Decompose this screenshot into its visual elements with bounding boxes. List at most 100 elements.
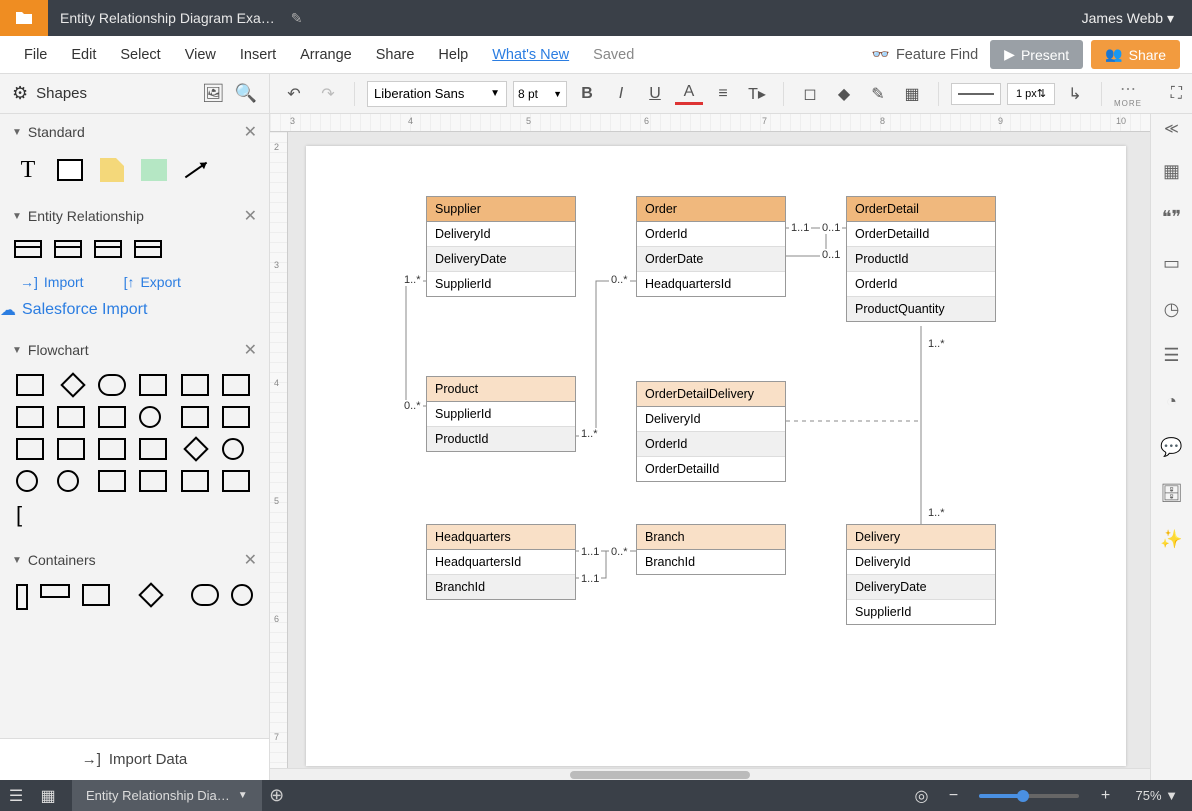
entity-header[interactable]: OrderDetailDelivery <box>637 382 785 407</box>
container-shape-4[interactable] <box>138 582 163 607</box>
er-shape-4[interactable] <box>134 240 162 258</box>
er-shape-2[interactable] <box>54 240 82 258</box>
grid-view-icon[interactable]: ▦ <box>32 786 64 806</box>
flowchart-shape-23[interactable] <box>222 470 250 492</box>
collapse-dock-icon[interactable]: ≪ <box>1164 120 1179 137</box>
shape-note[interactable] <box>98 156 126 184</box>
flowchart-shape-5[interactable] <box>222 374 250 396</box>
flowchart-shape-bracket[interactable]: [ <box>16 502 47 528</box>
share-button[interactable]: 👥 Share <box>1091 40 1180 69</box>
entity-delivery[interactable]: DeliveryDeliveryIdDeliveryDateSupplierId <box>846 524 996 625</box>
flowchart-shape-19[interactable] <box>57 470 79 492</box>
entity-field[interactable]: HeadquartersId <box>427 550 575 575</box>
flowchart-shape-12[interactable] <box>16 438 44 460</box>
entity-header[interactable]: Delivery <box>847 525 995 550</box>
menu-file[interactable]: File <box>12 41 59 69</box>
entity-field[interactable]: DeliveryId <box>847 550 995 575</box>
entity-order[interactable]: OrderOrderIdOrderDateHeadquartersId <box>636 196 786 297</box>
entity-field[interactable]: DeliveryDate <box>427 247 575 272</box>
menu-edit[interactable]: Edit <box>59 41 108 69</box>
add-page-button[interactable]: ⊕ <box>262 785 292 806</box>
entity-field[interactable]: ProductQuantity <box>847 297 995 321</box>
zoom-slider[interactable] <box>979 794 1079 798</box>
undo-button[interactable]: ↶ <box>280 80 308 108</box>
zoom-in-button[interactable]: + <box>1089 787 1121 805</box>
user-menu[interactable]: James Webb ▾ <box>1064 10 1192 27</box>
target-icon[interactable]: ◎ <box>905 786 937 806</box>
entity-header[interactable]: Headquarters <box>427 525 575 550</box>
close-icon[interactable]: ✕ <box>244 122 257 142</box>
search-icon[interactable]: 🔍 <box>235 83 257 104</box>
entity-header[interactable]: Branch <box>637 525 785 550</box>
section-entity-relationship[interactable]: ▼Entity Relationship✕ <box>0 198 269 234</box>
present-button[interactable]: ▶ Present <box>990 40 1083 69</box>
entity-field[interactable]: DeliveryId <box>637 407 785 432</box>
menu-help[interactable]: Help <box>426 41 480 69</box>
dock-layers-icon[interactable]: ☰ <box>1160 343 1184 367</box>
dock-present-icon[interactable]: ▭ <box>1160 251 1184 275</box>
flowchart-shape-7[interactable] <box>57 406 85 428</box>
text-options-button[interactable]: T▸ <box>743 80 771 108</box>
line-style-select[interactable] <box>951 83 1001 105</box>
entity-field[interactable]: OrderDate <box>637 247 785 272</box>
entity-field[interactable]: SupplierId <box>427 272 575 296</box>
menu-view[interactable]: View <box>173 41 228 69</box>
entity-orderdetaildelivery[interactable]: OrderDetailDeliveryDeliveryIdOrderIdOrde… <box>636 381 786 482</box>
image-icon[interactable]: 🖼 <box>202 83 225 104</box>
flowchart-shape-20[interactable] <box>98 470 126 492</box>
container-shape-5[interactable] <box>191 584 219 606</box>
shape-text[interactable]: T <box>14 156 42 184</box>
flowchart-shape-18[interactable] <box>16 470 38 492</box>
flowchart-shape-10[interactable] <box>181 406 209 428</box>
section-standard[interactable]: ▼Standard✕ <box>0 114 269 150</box>
fill-color-button[interactable]: ◆ <box>830 80 858 108</box>
outline-view-icon[interactable]: ☰ <box>0 786 32 806</box>
close-icon[interactable]: ✕ <box>244 550 257 570</box>
italic-button[interactable]: I <box>607 80 635 108</box>
flowchart-shape-6[interactable] <box>16 406 44 428</box>
dock-chat-icon[interactable]: 💬 <box>1160 435 1184 459</box>
menu-select[interactable]: Select <box>108 41 172 69</box>
dock-db-icon[interactable]: 🗄 <box>1160 481 1184 505</box>
flowchart-shape-22[interactable] <box>181 470 209 492</box>
flowchart-shape-13[interactable] <box>57 438 85 460</box>
flowchart-shape-3[interactable] <box>139 374 167 396</box>
menu-arrange[interactable]: Arrange <box>288 41 364 69</box>
diagram-page[interactable]: SupplierDeliveryIdDeliveryDateSupplierId… <box>306 146 1126 766</box>
entity-field[interactable]: OrderId <box>637 432 785 457</box>
redo-button[interactable]: ↷ <box>314 80 342 108</box>
flowchart-shape-14[interactable] <box>98 438 126 460</box>
horizontal-scrollbar[interactable] <box>270 768 1150 780</box>
entity-field[interactable]: DeliveryDate <box>847 575 995 600</box>
entity-field[interactable]: BranchId <box>637 550 785 574</box>
canvas[interactable]: SupplierDeliveryIdDeliveryDateSupplierId… <box>288 132 1150 768</box>
entity-header[interactable]: OrderDetail <box>847 197 995 222</box>
entity-supplier[interactable]: SupplierDeliveryIdDeliveryDateSupplierId <box>426 196 576 297</box>
shape-fill-button[interactable]: ◻ <box>796 80 824 108</box>
page-tab[interactable]: Entity Relationship Dia… ▼ <box>72 780 262 811</box>
entity-product[interactable]: ProductSupplierIdProductId <box>426 376 576 452</box>
menu-insert[interactable]: Insert <box>228 41 288 69</box>
dock-context-icon[interactable]: ▦ <box>1160 159 1184 183</box>
dock-comments-icon[interactable]: ❝❞ <box>1160 205 1184 229</box>
dock-magic-icon[interactable]: ✨ <box>1160 527 1184 551</box>
shape-arrow[interactable] <box>182 156 210 184</box>
entity-field[interactable]: ProductId <box>847 247 995 272</box>
text-color-button[interactable]: A <box>675 83 703 105</box>
document-title[interactable]: Entity Relationship Diagram Exa… <box>48 10 287 26</box>
flowchart-shape-15[interactable] <box>139 438 167 460</box>
menu-share[interactable]: Share <box>364 41 427 69</box>
er-shape-3[interactable] <box>94 240 122 258</box>
flowchart-shape-21[interactable] <box>139 470 167 492</box>
container-shape-2[interactable] <box>40 584 70 598</box>
entity-branch[interactable]: BranchBranchId <box>636 524 786 575</box>
section-containers[interactable]: ▼Containers✕ <box>0 542 269 578</box>
entity-field[interactable]: ProductId <box>427 427 575 451</box>
entity-field[interactable]: OrderDetailId <box>637 457 785 481</box>
entity-field[interactable]: OrderId <box>847 272 995 297</box>
entity-header[interactable]: Supplier <box>427 197 575 222</box>
flowchart-shape-1[interactable] <box>60 372 85 397</box>
entity-field[interactable]: OrderDetailId <box>847 222 995 247</box>
entity-field[interactable]: HeadquartersId <box>637 272 785 296</box>
shape-rectangle[interactable] <box>56 156 84 184</box>
